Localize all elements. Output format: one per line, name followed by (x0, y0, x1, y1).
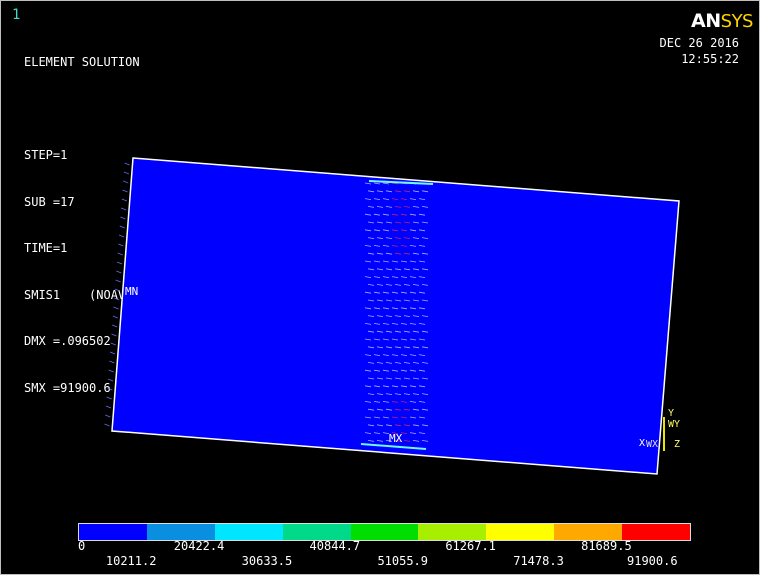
hatch-mark (119, 225, 125, 229)
hatch-mark (114, 288, 121, 292)
axis-wy-label: WY (668, 419, 681, 430)
hatch-mark (106, 396, 112, 400)
legend-swatch (146, 524, 215, 540)
legend-value-top: 0 (78, 539, 86, 553)
hatch-mark (121, 198, 127, 202)
legend-swatch (622, 524, 691, 540)
axis-wx-label: WX (646, 439, 659, 450)
hatch-mark (123, 171, 130, 175)
legend-value-top: 61267.1 (445, 539, 496, 553)
graphics-viewport[interactable]: 1 ELEMENT SOLUTION STEP=1 SUB =17 TIME=1… (0, 0, 760, 575)
hatch-mark (115, 279, 121, 283)
legend-value-bottom: 10211.2 (105, 554, 157, 568)
hatch-mark (124, 162, 130, 166)
axis-y-line (663, 417, 665, 451)
legend-value-bottom: 71478.3 (513, 554, 564, 568)
hatch-mark (105, 414, 111, 418)
legend-swatch (554, 524, 623, 540)
legend-swatch (79, 524, 147, 540)
axis-z-label: Z (674, 439, 681, 450)
legend-swatch (486, 524, 555, 540)
hatch-mark (118, 243, 124, 247)
axis-x-label: X (639, 438, 646, 449)
legend-value-bottom: 30633.5 (241, 554, 293, 568)
legend-value-top: 20422.4 (173, 539, 225, 553)
hatch-mark (107, 387, 113, 391)
legend-value-bottom: 51055.9 (377, 554, 429, 568)
hatch-mark (109, 351, 116, 355)
legend-value-top: 81689.5 (581, 539, 632, 553)
hatch-mark (116, 261, 123, 265)
hatch-mark (110, 342, 116, 346)
hatch-mark (112, 324, 118, 328)
hatch-mark (120, 216, 126, 220)
hatch-mark (117, 252, 123, 256)
hatch-mark (118, 234, 125, 238)
hatch-mark (123, 180, 129, 184)
legend-swatch (418, 524, 487, 540)
hatch-mark (108, 369, 114, 373)
hatch-mark (114, 297, 120, 301)
min-label: MN (125, 285, 139, 298)
hatch-mark (121, 207, 127, 211)
max-label: MX (389, 432, 403, 445)
hatch-mark (104, 423, 110, 427)
hatch-mark (107, 378, 114, 382)
legend-value-bottom: 91900.6 (627, 554, 678, 568)
hatch-mark (116, 270, 122, 274)
legend-swatch (214, 524, 283, 540)
hatch-mark (122, 189, 128, 193)
legend-value-top: 40844.7 (309, 539, 361, 553)
axis-y-label: Y (668, 408, 675, 419)
hatch-mark (111, 333, 117, 337)
hatch-mark (113, 306, 119, 310)
hatch-mark (112, 315, 118, 319)
legend-swatch (350, 524, 419, 540)
hatch-mark (109, 360, 115, 364)
hatch-mark (105, 405, 112, 409)
legend-swatch (282, 524, 351, 540)
